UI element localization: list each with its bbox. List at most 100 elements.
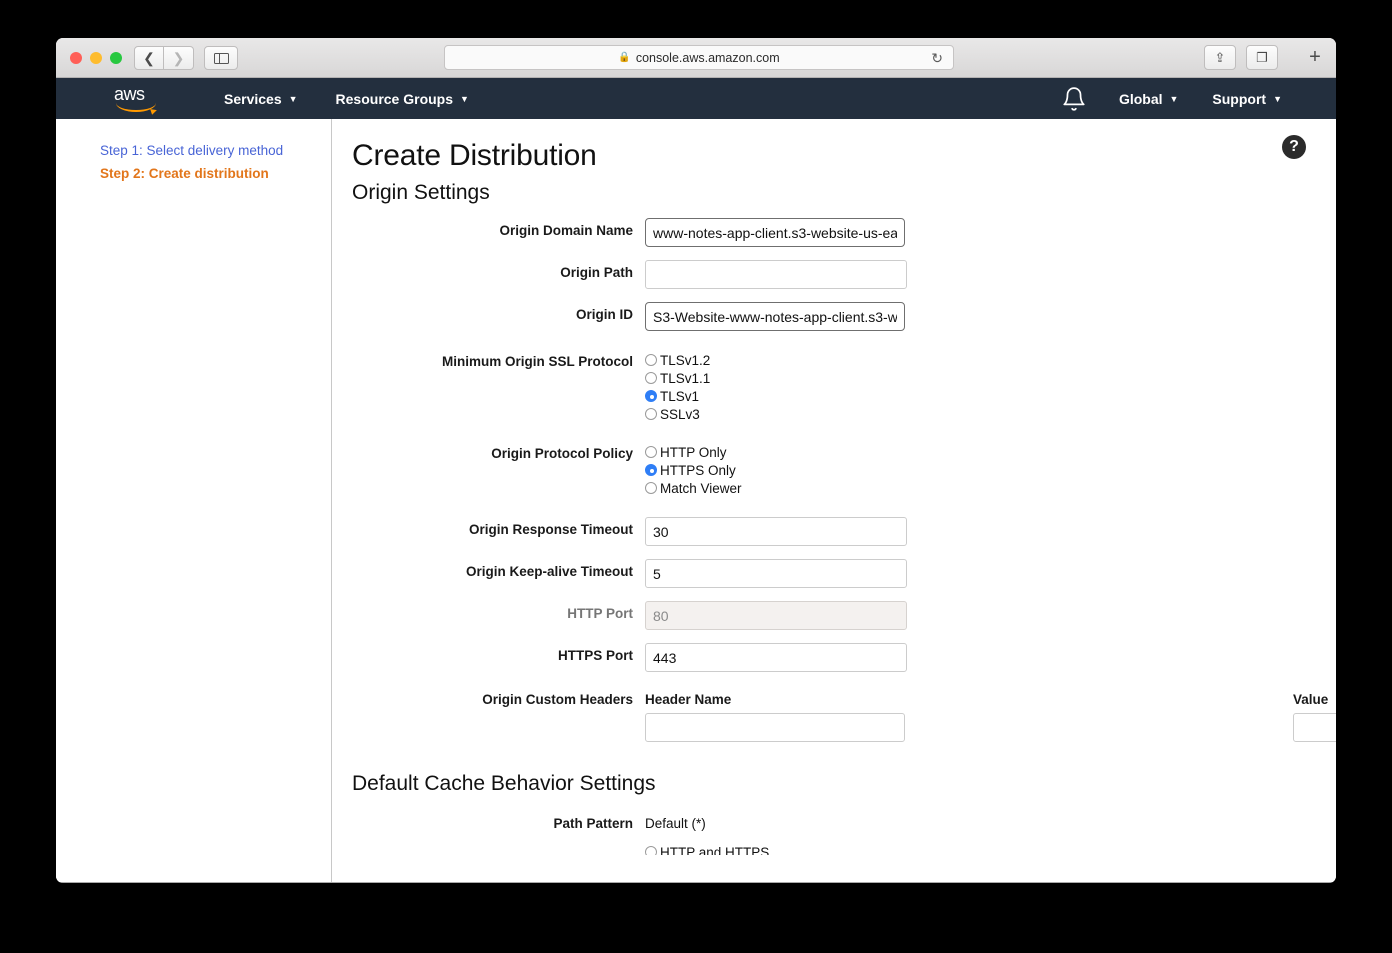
radio-icon[interactable] xyxy=(645,446,657,458)
origin-id-label: Origin ID xyxy=(576,307,633,322)
radio-icon[interactable] xyxy=(645,390,657,402)
field-path-pattern: Path Pattern Default (*) i xyxy=(333,811,1336,831)
reload-icon[interactable]: ↻ xyxy=(931,50,943,67)
http-port-label: HTTP Port xyxy=(567,606,633,621)
viewer-protocol-policy-option-label: HTTP and HTTPS xyxy=(660,844,770,856)
address-bar[interactable]: 🔒 console.aws.amazon.com ↻ xyxy=(444,45,954,70)
origin-path-input[interactable] xyxy=(645,260,907,289)
sidebar-toggle-button[interactable] xyxy=(204,46,238,70)
origin-response-timeout-input[interactable] xyxy=(645,517,907,546)
nav-services-label: Services xyxy=(224,90,282,107)
field-origin-response-timeout: Origin Response Timeout i xyxy=(333,517,1336,546)
custom-headers-input-row: + xyxy=(333,713,1336,742)
field-origin-domain-name: Origin Domain Name i xyxy=(333,218,1336,247)
radio-icon[interactable] xyxy=(645,482,657,494)
nav-support[interactable]: Support ▼ xyxy=(1198,78,1296,119)
new-tab-button[interactable]: + xyxy=(1302,45,1328,70)
sidebar-step-1[interactable]: Step 1: Select delivery method xyxy=(56,139,331,162)
sidebar-step-1-label: Step 1: Select delivery method xyxy=(100,143,284,158)
origin-protocol-policy-label: Origin Protocol Policy xyxy=(491,446,633,461)
url-text: console.aws.amazon.com xyxy=(635,50,780,65)
min-ssl-protocol-option-label: SSLv3 xyxy=(660,406,700,422)
http-port-input xyxy=(645,601,907,630)
chevron-down-icon: ▼ xyxy=(460,93,469,104)
tab-overview-button[interactable]: ❐ xyxy=(1246,45,1278,70)
bell-icon[interactable] xyxy=(1061,86,1087,112)
page-title: Create Distribution xyxy=(352,139,597,172)
https-port-input[interactable] xyxy=(645,643,907,672)
min-ssl-protocol-option-1[interactable]: TLSv1.1 xyxy=(645,369,710,387)
min-ssl-protocol-option-label: TLSv1.2 xyxy=(660,352,711,368)
aws-logo[interactable]: aws xyxy=(114,85,158,112)
field-https-port: HTTPS Port i xyxy=(333,643,1336,672)
min-ssl-protocol-option-label: TLSv1 xyxy=(660,388,700,404)
min-ssl-protocol-radio-group: i TLSv1.2TLSv1.1TLSv1SSLv3 xyxy=(645,349,710,423)
chevron-down-icon: ▼ xyxy=(1273,93,1282,104)
origin-protocol-policy-option-label: Match Viewer xyxy=(660,480,742,496)
chevron-left-icon: ❮ xyxy=(143,49,155,66)
radio-icon[interactable] xyxy=(645,354,657,366)
field-http-port: HTTP Port i xyxy=(333,601,1336,630)
maximize-window-button[interactable] xyxy=(110,52,122,64)
back-button[interactable]: ❮ xyxy=(134,46,164,70)
radio-icon[interactable] xyxy=(645,408,657,420)
origin-id-input[interactable] xyxy=(645,302,905,331)
radio-icon[interactable] xyxy=(645,464,657,476)
tab-overview-icon: ❐ xyxy=(1256,49,1268,65)
minimize-window-button[interactable] xyxy=(90,52,102,64)
aws-top-navigation: aws Services ▼ Resource Groups ▼ Global … xyxy=(56,78,1336,119)
header-value-column-label: Value xyxy=(1293,692,1329,707)
min-ssl-protocol-option-3[interactable]: SSLv3 xyxy=(645,405,710,423)
field-min-ssl-protocol: Minimum Origin SSL Protocol i TLSv1.2TLS… xyxy=(333,349,1336,423)
nav-region-label: Global xyxy=(1118,90,1163,107)
nav-right-group: Global ▼ Support ▼ xyxy=(1061,78,1296,119)
field-origin-keepalive-timeout: Origin Keep-alive Timeout i xyxy=(333,559,1336,588)
sidebar-toggle-icon xyxy=(213,52,229,64)
header-value-input[interactable] xyxy=(1293,713,1336,742)
nav-region-selector[interactable]: Global ▼ xyxy=(1105,78,1192,119)
page-viewport: Step 1: Select delivery method Step 2: C… xyxy=(56,119,1336,882)
share-button[interactable]: ⇪ xyxy=(1204,45,1236,70)
origin-custom-headers-label: Origin Custom Headers xyxy=(482,692,633,707)
min-ssl-protocol-option-label: TLSv1.1 xyxy=(660,370,711,386)
field-origin-id: Origin ID i xyxy=(333,302,1336,331)
min-ssl-protocol-label: Minimum Origin SSL Protocol xyxy=(441,354,633,369)
nav-support-label: Support xyxy=(1212,90,1267,107)
origin-keepalive-timeout-input[interactable] xyxy=(645,559,907,588)
radio-icon[interactable] xyxy=(645,372,657,384)
header-name-input[interactable] xyxy=(645,713,905,742)
origin-response-timeout-label: Origin Response Timeout xyxy=(468,522,633,537)
default-cache-behavior-heading: Default Cache Behavior Settings xyxy=(352,772,656,795)
wizard-steps-sidebar: Step 1: Select delivery method Step 2: C… xyxy=(56,119,332,882)
custom-headers-header-row: Origin Custom Headers Header Name Value … xyxy=(333,687,1336,707)
min-ssl-protocol-option-2[interactable]: TLSv1 xyxy=(645,387,710,405)
nav-resource-groups[interactable]: Resource Groups ▼ xyxy=(322,78,483,119)
forward-button[interactable]: ❯ xyxy=(164,46,194,70)
viewer-protocol-policy-option[interactable]: HTTP and HTTPS xyxy=(645,843,769,855)
origin-protocol-policy-radio-group: i HTTP OnlyHTTPS OnlyMatch Viewer xyxy=(645,441,742,497)
radio-icon[interactable] xyxy=(645,846,657,855)
plus-icon: + xyxy=(1309,46,1321,68)
chevron-down-icon: ▼ xyxy=(1169,93,1179,104)
nav-services[interactable]: Services ▼ xyxy=(210,78,312,119)
share-icon: ⇪ xyxy=(1214,49,1226,65)
path-pattern-label: Path Pattern xyxy=(553,816,633,831)
path-pattern-value: Default (*) xyxy=(645,816,706,831)
origin-settings-heading: Origin Settings xyxy=(352,181,490,204)
min-ssl-protocol-option-0[interactable]: TLSv1.2 xyxy=(645,351,710,369)
browser-window: ❮ ❯ 🔒 console.aws.amazon.com ↻ ⇪ ❐ + aws xyxy=(56,38,1336,883)
question-mark-icon[interactable]: ? xyxy=(1282,135,1306,159)
field-origin-path: Origin Path i xyxy=(333,260,1336,289)
chevron-right-icon: ❯ xyxy=(172,49,185,66)
origin-domain-name-label: Origin Domain Name xyxy=(499,223,633,238)
origin-protocol-policy-option-1[interactable]: HTTPS Only xyxy=(645,461,742,479)
close-window-button[interactable] xyxy=(70,52,82,64)
origin-keepalive-timeout-label: Origin Keep-alive Timeout xyxy=(465,564,633,579)
origin-domain-name-input[interactable] xyxy=(645,218,905,247)
origin-protocol-policy-option-label: HTTPS Only xyxy=(660,462,736,478)
sidebar-step-2[interactable]: Step 2: Create distribution xyxy=(56,162,331,185)
page-footer: Feedback English (US) © 2008 - 2020, Ama… xyxy=(56,882,1336,883)
origin-protocol-policy-option-2[interactable]: Match Viewer xyxy=(645,479,742,497)
origin-protocol-policy-option-0[interactable]: HTTP Only xyxy=(645,443,742,461)
